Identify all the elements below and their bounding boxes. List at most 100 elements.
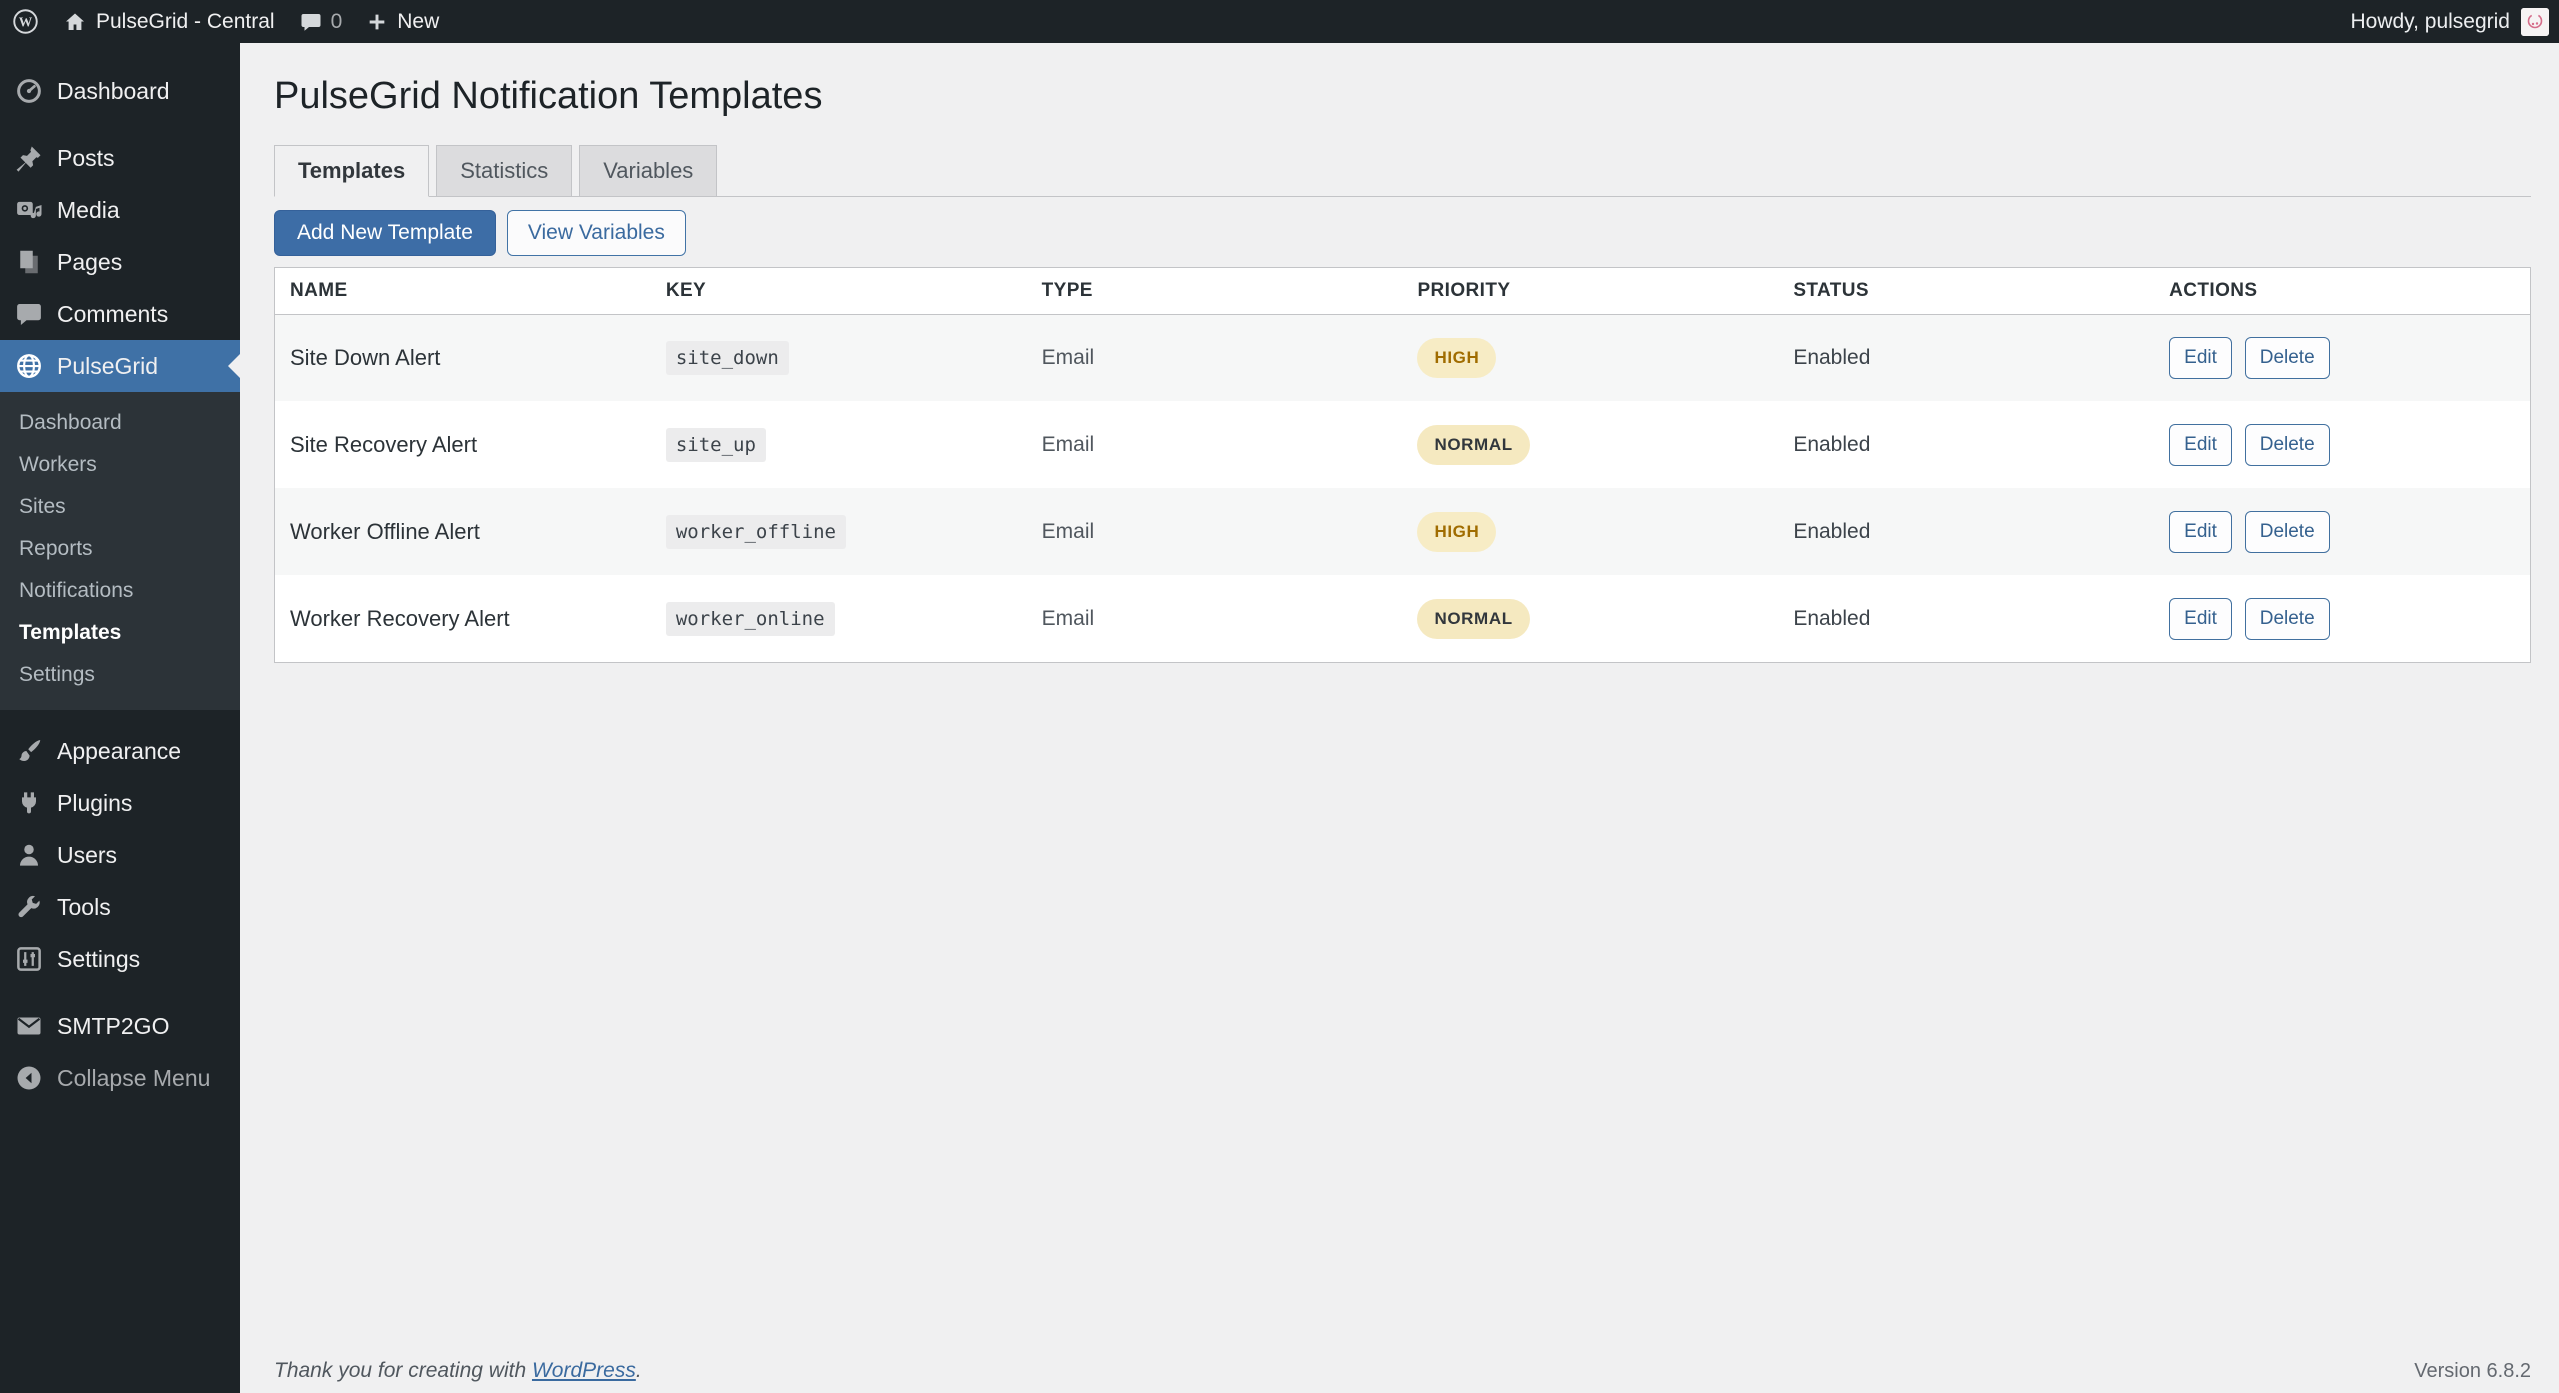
globe-icon bbox=[14, 351, 44, 381]
svg-text:W: W bbox=[19, 14, 33, 29]
menu-separator bbox=[0, 710, 240, 725]
sidebar-item-dashboard[interactable]: Dashboard bbox=[0, 65, 240, 117]
table-row: Worker Offline Alert worker_offline Emai… bbox=[275, 488, 2530, 576]
sidebar-item-label: Posts bbox=[57, 144, 115, 171]
sidebar-item-pages[interactable]: Pages bbox=[0, 236, 240, 288]
sidebar-item-plugins[interactable]: Plugins bbox=[0, 777, 240, 829]
delete-button[interactable]: Delete bbox=[2244, 510, 2330, 553]
site-name-link[interactable]: PulseGrid - Central bbox=[51, 0, 287, 43]
comment-bubble-icon bbox=[299, 10, 323, 34]
tab-statistics[interactable]: Statistics bbox=[436, 144, 573, 196]
sidebar-item-label: Appearance bbox=[57, 737, 182, 764]
admin-bar: W PulseGrid - Central 0 New Howdy, pulse… bbox=[0, 0, 2559, 43]
tab-templates[interactable]: Templates bbox=[274, 144, 430, 197]
template-status: Enabled bbox=[1793, 606, 1871, 630]
template-type: Email bbox=[1041, 606, 1095, 630]
submenu-item-sites[interactable]: Sites bbox=[0, 486, 240, 528]
column-header-type: TYPE bbox=[1026, 267, 1403, 315]
submenu-item-settings[interactable]: Settings bbox=[0, 654, 240, 696]
sidebar-item-smtp2go[interactable]: SMTP2GO bbox=[0, 1000, 240, 1052]
new-label: New bbox=[397, 9, 440, 33]
template-status: Enabled bbox=[1778, 488, 2155, 576]
submenu-item-dashboard[interactable]: Dashboard bbox=[0, 402, 240, 444]
admin-bar-account[interactable]: Howdy, pulsegrid bbox=[2350, 7, 2559, 36]
sidebar-item-comments[interactable]: Comments bbox=[0, 288, 240, 340]
sidebar-item-label: Pages bbox=[57, 248, 123, 275]
submenu-item-workers[interactable]: Workers bbox=[0, 444, 240, 486]
add-new-template-button[interactable]: Add New Template bbox=[274, 209, 496, 256]
submenu-item-reports[interactable]: Reports bbox=[0, 528, 240, 570]
edit-button[interactable]: Edit bbox=[2169, 510, 2232, 553]
template-name: Worker Offline Alert bbox=[275, 488, 651, 576]
sidebar-item-label: PulseGrid bbox=[57, 352, 158, 379]
template-key: site_down bbox=[665, 340, 789, 375]
avatar bbox=[2521, 7, 2549, 36]
column-header-priority: PRIORITY bbox=[1402, 267, 1779, 315]
sidebar-item-appearance[interactable]: Appearance bbox=[0, 725, 240, 777]
main-content: PulseGrid Notification Templates Templat… bbox=[240, 43, 2559, 1393]
footer-thanks: Thank you for creating with WordPress. bbox=[274, 1359, 642, 1383]
template-status: Enabled bbox=[1793, 432, 1871, 456]
template-key: worker_offline bbox=[665, 514, 846, 549]
plug-icon bbox=[14, 788, 44, 818]
collapse-arrow-icon bbox=[14, 1063, 44, 1093]
column-header-name: NAME bbox=[275, 267, 651, 315]
wordpress-logo-menu[interactable]: W bbox=[0, 0, 51, 43]
dashboard-icon bbox=[14, 76, 44, 106]
sidebar-item-label: Dashboard bbox=[57, 77, 170, 104]
pulsegrid-submenu: Dashboard Workers Sites Reports Notifica… bbox=[0, 392, 240, 710]
sliders-icon bbox=[14, 944, 44, 974]
edit-button[interactable]: Edit bbox=[2169, 336, 2232, 379]
sidebar-item-settings[interactable]: Settings bbox=[0, 933, 240, 985]
template-key: site_up bbox=[665, 427, 766, 462]
priority-badge: NORMAL bbox=[1417, 598, 1530, 639]
template-name: Site Down Alert bbox=[275, 314, 651, 402]
delete-button[interactable]: Delete bbox=[2244, 597, 2330, 640]
toolbar: Add New Template View Variables bbox=[274, 209, 2531, 256]
column-header-actions: ACTIONS bbox=[2154, 267, 2530, 315]
priority-badge: HIGH bbox=[1417, 511, 1497, 552]
sidebar-item-label: SMTP2GO bbox=[57, 1012, 170, 1039]
footer-thanks-prefix: Thank you for creating with bbox=[274, 1359, 532, 1382]
sidebar-item-label: Settings bbox=[57, 945, 141, 972]
sidebar-item-label: Media bbox=[57, 196, 120, 223]
template-type: Email bbox=[1026, 314, 1403, 402]
table-row: Site Down Alert site_down Email HIGH Ena… bbox=[275, 314, 2530, 402]
edit-button[interactable]: Edit bbox=[2169, 423, 2232, 466]
template-status: Enabled bbox=[1778, 314, 2155, 402]
pages-icon bbox=[14, 247, 44, 277]
edit-button[interactable]: Edit bbox=[2169, 597, 2232, 640]
brush-icon bbox=[14, 736, 44, 766]
templates-table: NAME KEY TYPE PRIORITY STATUS ACTIONS Si… bbox=[275, 267, 2530, 663]
media-icon bbox=[14, 195, 44, 225]
sidebar-item-tools[interactable]: Tools bbox=[0, 881, 240, 933]
sidebar-item-pulsegrid[interactable]: PulseGrid bbox=[0, 340, 240, 392]
plus-icon bbox=[366, 11, 388, 33]
new-content-menu[interactable]: New bbox=[354, 0, 451, 43]
wrench-icon bbox=[14, 892, 44, 922]
tab-variables[interactable]: Variables bbox=[579, 144, 718, 196]
comments-bubble-link[interactable]: 0 bbox=[287, 0, 355, 43]
submenu-item-templates[interactable]: Templates bbox=[0, 612, 240, 654]
wordpress-link[interactable]: WordPress bbox=[532, 1359, 636, 1382]
view-variables-button[interactable]: View Variables bbox=[506, 209, 686, 256]
submenu-item-notifications[interactable]: Notifications bbox=[0, 570, 240, 612]
sidebar-item-posts[interactable]: Posts bbox=[0, 132, 240, 184]
column-header-key: KEY bbox=[650, 267, 1027, 315]
user-icon bbox=[14, 840, 44, 870]
sidebar-item-label: Tools bbox=[57, 893, 111, 920]
sidebar-item-media[interactable]: Media bbox=[0, 184, 240, 236]
delete-button[interactable]: Delete bbox=[2244, 423, 2330, 466]
collapse-menu-button[interactable]: Collapse Menu bbox=[0, 1052, 240, 1104]
table-row: Site Recovery Alert site_up Email NORMAL… bbox=[275, 401, 2530, 488]
version-label: Version 6.8.2 bbox=[2414, 1360, 2531, 1382]
comments-count: 0 bbox=[330, 9, 343, 33]
template-key: worker_online bbox=[665, 601, 835, 636]
sidebar-item-label: Users bbox=[57, 841, 118, 868]
delete-button[interactable]: Delete bbox=[2244, 336, 2330, 379]
admin-sidebar: Dashboard Posts Media Pages Comments Pul… bbox=[0, 43, 240, 1393]
sidebar-item-users[interactable]: Users bbox=[0, 829, 240, 881]
wordpress-admin: W PulseGrid - Central 0 New Howdy, pulse… bbox=[0, 0, 2559, 1393]
footer-thanks-suffix: . bbox=[635, 1359, 642, 1382]
nav-tabs: Templates Statistics Variables bbox=[274, 144, 2531, 197]
